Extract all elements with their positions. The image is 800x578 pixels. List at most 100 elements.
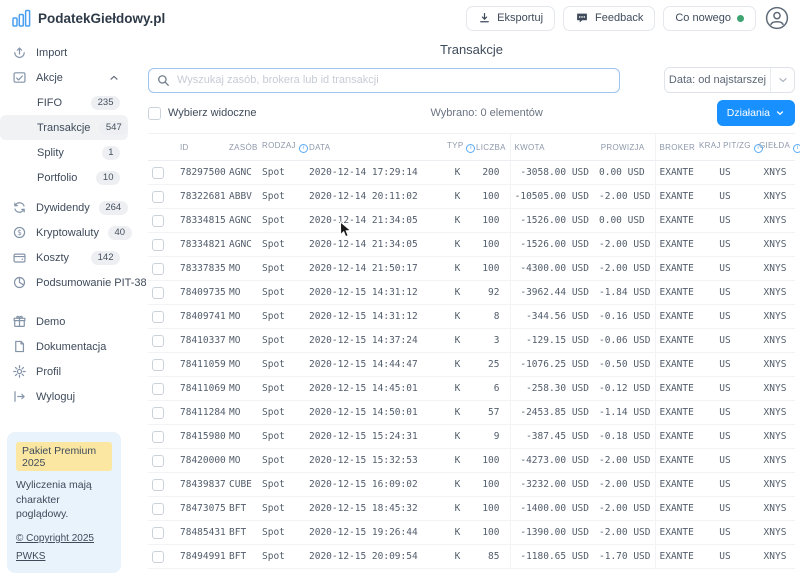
sidebar-item-import[interactable]: Import [0,40,128,65]
cell-kraj: US [695,209,755,233]
row-checkbox[interactable] [152,215,164,227]
column-header-gielda[interactable]: GIEŁDAi [755,134,795,161]
table-row[interactable]: 78485431BFTSpot2020-12-15 19:26:44K100-1… [148,521,795,545]
row-checkbox[interactable] [152,383,164,395]
row-checkbox[interactable] [152,359,164,371]
table-row[interactable]: 78473075BFTSpot2020-12-15 18:45:32K100-1… [148,497,795,521]
whats-new-button[interactable]: Co nowego [663,6,756,31]
select-visible-checkbox[interactable]: Wybierz widoczne [148,107,257,120]
row-checkbox[interactable] [152,263,164,275]
row-checkbox[interactable] [152,503,164,515]
sidebar-item-kryptowaluty[interactable]: $Kryptowaluty40 [0,220,128,245]
sidebar-item-koszty[interactable]: Koszty142 [0,245,128,270]
sidebar-item-dywidendy[interactable]: Dywidendy264 [0,195,128,220]
cell-liczba: 100 [472,449,510,473]
table-row[interactable]: 78411059MOSpot2020-12-15 14:44:47K25-107… [148,353,795,377]
table-controls: Wybierz widoczne Wybrano: 0 elementów Dz… [148,100,795,126]
cell-data: 2020-12-15 19:26:44 [305,521,443,545]
table-row[interactable]: 78411069MOSpot2020-12-15 14:45:01K6-258.… [148,377,795,401]
column-header-id[interactable]: ID [176,134,225,161]
cell-liczba: 100 [472,257,510,281]
column-header-typ[interactable]: TYPi [443,134,472,161]
info-icon[interactable]: i [466,144,475,153]
actions-button[interactable]: Działania [717,100,795,126]
row-checkbox[interactable] [152,287,164,299]
row-checkbox[interactable] [152,191,164,203]
info-icon[interactable]: i [793,144,800,153]
sidebar-item-splity[interactable]: Splity1 [0,140,128,165]
column-header-prowizja[interactable]: PROWIZJA [595,134,655,161]
cell-rodzaj: Spot [258,377,305,401]
row-checkbox[interactable] [152,239,164,251]
sort-select[interactable]: Data: od najstarszej [664,67,795,93]
cell-data: 2020-12-15 14:44:47 [305,353,443,377]
row-checkbox[interactable] [152,527,164,539]
column-label: LICZBA [476,143,506,152]
column-header-liczba[interactable]: LICZBA [472,134,510,161]
sidebar-item-profil[interactable]: Profil [0,359,128,384]
feedback-button[interactable]: Feedback [563,6,655,31]
table-row[interactable]: 78494991BFTSpot2020-12-15 20:09:54K85-11… [148,545,795,569]
info-icon[interactable]: i [299,144,308,153]
column-header-data[interactable]: DATA [305,134,443,161]
user-avatar[interactable] [764,5,790,31]
table-row[interactable]: 78297500AGNCSpot2020-12-14 17:29:14K200-… [148,161,795,185]
cell-prowizja: 0.00 USD [595,161,655,185]
table-row[interactable]: 78409741MOSpot2020-12-15 14:31:12K8-344.… [148,305,795,329]
cell-kraj: US [695,329,755,353]
table-row[interactable]: 78334815AGNCSpot2020-12-14 21:34:05K100-… [148,209,795,233]
column-header-zasob[interactable]: ZASÓB [225,134,258,161]
sidebar-item-akcje[interactable]: Akcje [0,65,128,90]
cell-kraj: US [695,185,755,209]
row-checkbox[interactable] [152,311,164,323]
column-header-rodzaj[interactable]: RODZAJi [258,134,305,161]
table-row[interactable]: 78439837CUBESpot2020-12-15 16:09:02K100-… [148,473,795,497]
table-row[interactable]: 78411284MOSpot2020-12-15 14:50:01K57-245… [148,401,795,425]
cell-id: 78409741 [176,305,225,329]
table-row[interactable]: 78420000MOSpot2020-12-15 15:32:53K100-42… [148,449,795,473]
search-input[interactable] [148,68,620,93]
table-row[interactable]: 78409735MOSpot2020-12-15 14:31:12K92-396… [148,281,795,305]
cell-zasob: MO [225,329,258,353]
cell-prowizja: -2.00 USD [595,449,655,473]
sidebar-item-portfolio[interactable]: Portfolio10 [0,165,128,190]
sidebar-item-fifo[interactable]: FIFO235 [0,90,128,115]
row-checkbox[interactable] [152,479,164,491]
copyright-link[interactable]: © Copyright 2025 PWKS [16,533,94,562]
cell-typ: K [443,257,472,281]
table-row[interactable]: 78334821AGNCSpot2020-12-14 21:34:05K100-… [148,233,795,257]
table-row[interactable]: 78337835MOSpot2020-12-14 21:50:17K100-43… [148,257,795,281]
sidebar-item-podsumowanie-pit-38[interactable]: Podsumowanie PIT-38 [0,270,128,295]
row-checkbox[interactable] [152,167,164,179]
row-checkbox[interactable] [152,455,164,467]
table-row[interactable]: 78410337MOSpot2020-12-15 14:37:24K3-129.… [148,329,795,353]
sidebar-item-demo[interactable]: Demo [0,309,128,334]
cell-gielda: XNYS [755,497,795,521]
column-header-kraj[interactable]: KRAJ PIT/ZGi [695,134,755,161]
cell-id: 78411069 [176,377,225,401]
cell-kwota: -1526.00 USD [510,209,595,233]
cell-gielda: XNYS [755,401,795,425]
sidebar-item-wyloguj[interactable]: Wyloguj [0,384,128,409]
row-checkbox[interactable] [152,551,164,563]
sidebar-item-dokumentacja[interactable]: Dokumentacja [0,334,128,359]
cell-rodzaj: Spot [258,209,305,233]
row-checkbox[interactable] [152,335,164,347]
column-label: GIEŁDA [759,141,790,150]
sidebar-item-transakcje[interactable]: Transakcje547 [0,115,128,140]
brand-logo[interactable]: PodatekGiełdowy.pl [12,9,165,27]
export-button[interactable]: Eksportuj [466,6,555,31]
cell-rodzaj: Spot [258,473,305,497]
table-row[interactable]: 78322681ABBVSpot2020-12-14 20:11:02K100-… [148,185,795,209]
row-checkbox[interactable] [152,431,164,443]
cell-zasob: MO [225,425,258,449]
row-checkbox-cell [148,545,176,569]
cell-gielda: XNYS [755,473,795,497]
column-header-broker[interactable]: BROKER [655,134,695,161]
cell-zasob: ABBV [225,185,258,209]
row-checkbox[interactable] [152,407,164,419]
column-header-kwota[interactable]: KWOTA [510,134,595,161]
table-row[interactable]: 78415980MOSpot2020-12-15 15:24:31K9-387.… [148,425,795,449]
cell-zasob: AGNC [225,161,258,185]
cell-prowizja: -1.14 USD [595,401,655,425]
